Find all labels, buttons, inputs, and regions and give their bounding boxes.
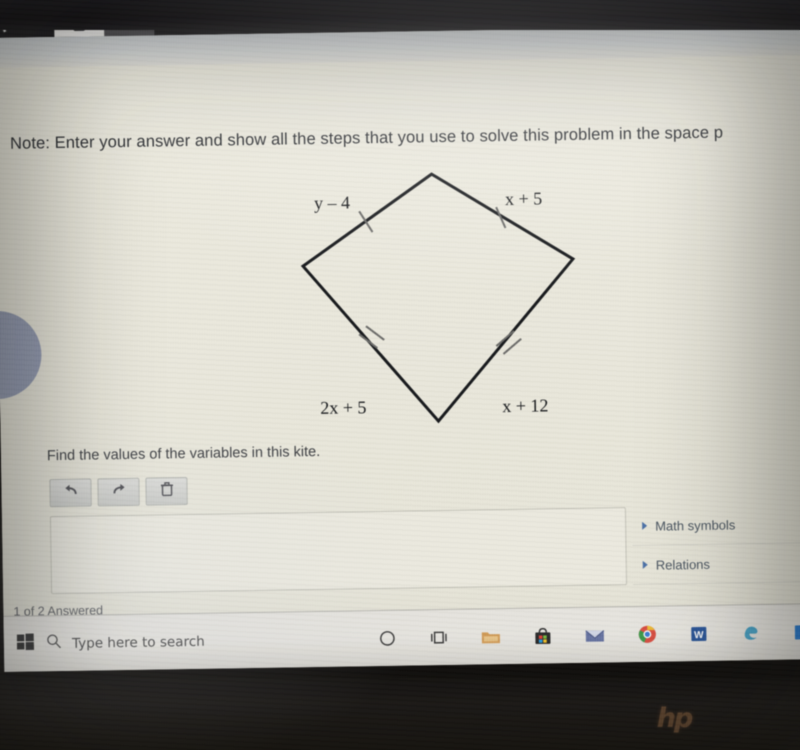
file-explorer-icon[interactable] [478,624,504,650]
redo-arrow-icon [110,482,127,502]
editor-toolbar [49,477,188,508]
mail-icon[interactable] [582,622,608,648]
undo-arrow-icon [62,483,79,503]
expand-triangle-icon [642,560,648,569]
search-magnifier-icon [46,633,62,654]
laptop-screen-photo: Note: Enter your answer and show all the… [0,0,800,750]
cortana-circle-icon[interactable] [374,625,400,651]
screen-area: Note: Enter your answer and show all the… [0,0,800,672]
task-view-icon[interactable] [426,624,452,650]
windows-taskbar: Type here to search W [3,603,800,672]
kite-label-lower-left: 2x + 5 [320,397,367,418]
panel-row-label: Relations [655,556,711,573]
symbol-panel: Math symbols Relations [631,504,800,586]
search-placeholder-text: Type here to search [71,633,205,652]
taskbar-icons: W [374,619,800,652]
taskbar-search[interactable]: Type here to search [46,628,362,654]
office-app-icon[interactable] [790,619,800,645]
assignment-page: Note: Enter your answer and show all the… [0,55,800,631]
panel-row-relations[interactable]: Relations [632,543,800,586]
kite-label-upper-left: y – 4 [313,192,351,213]
expand-triangle-icon [642,521,648,530]
start-button[interactable] [4,632,46,656]
chrome-icon[interactable] [634,621,660,647]
svg-text:W: W [694,629,704,640]
edge-legacy-icon[interactable] [738,619,764,645]
question-prompt: Find the values of the variables in this… [46,443,321,465]
kite-label-lower-right: x + 12 [502,395,549,417]
redo-button[interactable] [97,477,140,507]
undo-button[interactable] [49,478,92,508]
kite-label-upper-right: x + 5 [504,188,543,209]
windows-start-icon [16,632,34,655]
nav-circle-button[interactable] [0,310,43,400]
microsoft-store-icon[interactable] [530,623,556,649]
kite-figure: y – 4 x + 5 2x + 5 x + 12 [246,108,651,444]
clear-button[interactable] [145,477,188,506]
panel-row-label: Math symbols [655,516,736,534]
laptop-bezel-top [0,0,800,30]
panel-row-math-symbols[interactable]: Math symbols [631,504,800,547]
word-icon[interactable]: W [686,620,712,646]
answer-input[interactable] [49,507,628,595]
trash-can-icon [159,481,174,502]
hp-brand-logo: hp [656,702,694,734]
